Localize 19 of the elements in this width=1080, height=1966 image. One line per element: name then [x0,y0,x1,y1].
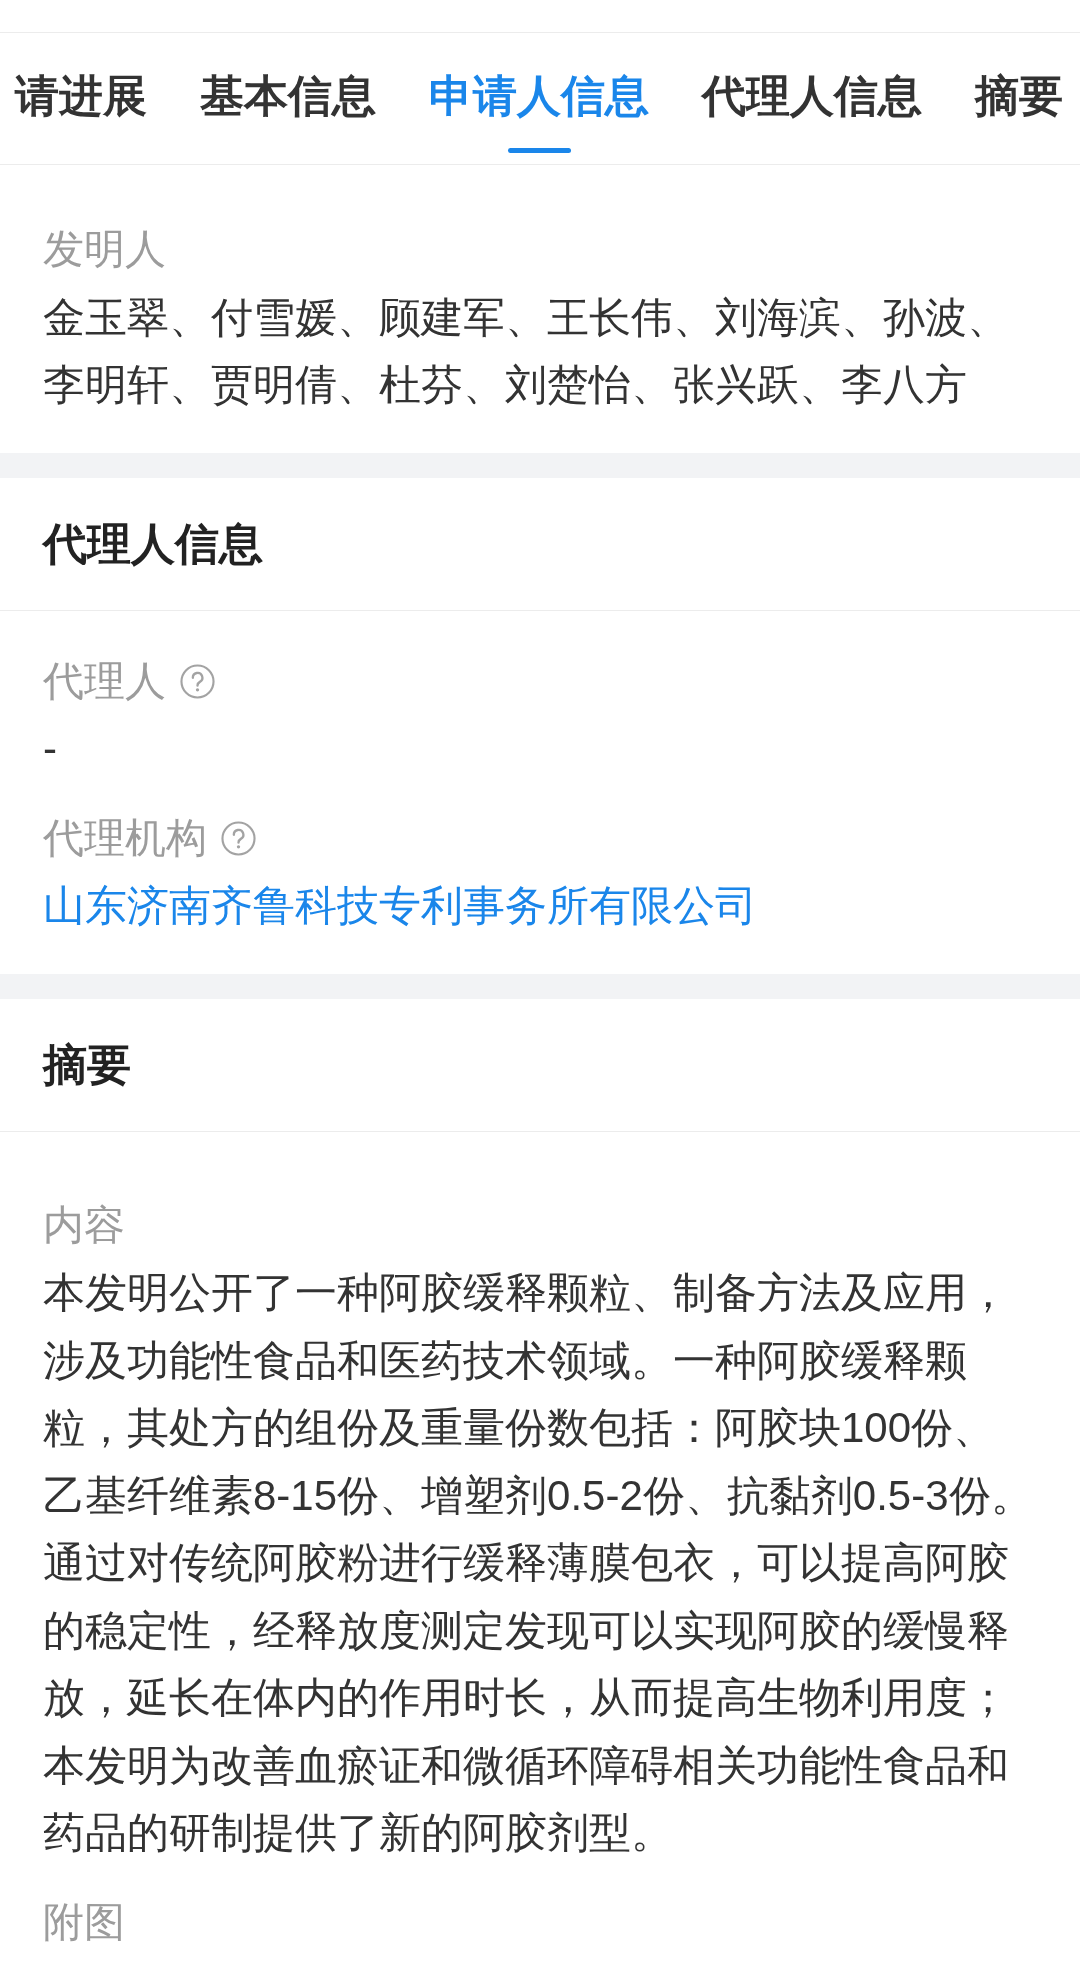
tab[interactable]: 申请人信息 [429,33,649,164]
field-value: 金玉翠、付雪媛、顾建军、王长伟、刘海滨、孙波、李明轩、贾明倩、杜芬、刘楚怡、张兴跃、李八方 [43,292,1010,410]
tab[interactable]: 请进展 [15,33,147,164]
field-label: 发明人 [43,225,166,274]
section-title: 代理人信息 [43,521,263,566]
help-icon[interactable] [180,663,215,699]
field-label: 附图 [43,1897,125,1947]
value-link[interactable]: 山东济南齐鲁科技专利事务所有限公司 [43,882,757,929]
section-title: 摘要 [43,1042,131,1087]
tab[interactable]: 基本信息 [200,33,376,164]
field-label: 代理人 [43,656,166,706]
tab[interactable]: 摘要 [975,33,1063,164]
field-value: - [43,724,58,774]
help-icon[interactable] [221,820,256,856]
field-label: 内容 [43,1200,125,1250]
tab[interactable]: 代理人信息 [702,33,922,164]
tab-indicator [507,148,571,153]
field-label: 代理机构 [43,813,207,863]
field-value: 本发明公开了一种阿胶缓释颗粒、制备方法及应用，涉及功能性食品和医药技术领域。一种阿胶缓释颗粒，其处方的组份及重量份数包括：阿胶块100份、乙基纤维素8-15份、增塑剂0.5-2份、抗黏剂0.5-3份。通过对传统阿胶粉进行缓释薄膜包衣，可以提高阿胶的稳定性，经释放度测定发现可以实现阿胶的缓慢释放，延长在体内的作用时长，从而提高生物利用度；本发明为改善血瘀证和微循环障碍相关功能性食品和药品的研制提供了新的阿胶剂型。 [43,1268,1033,1858]
